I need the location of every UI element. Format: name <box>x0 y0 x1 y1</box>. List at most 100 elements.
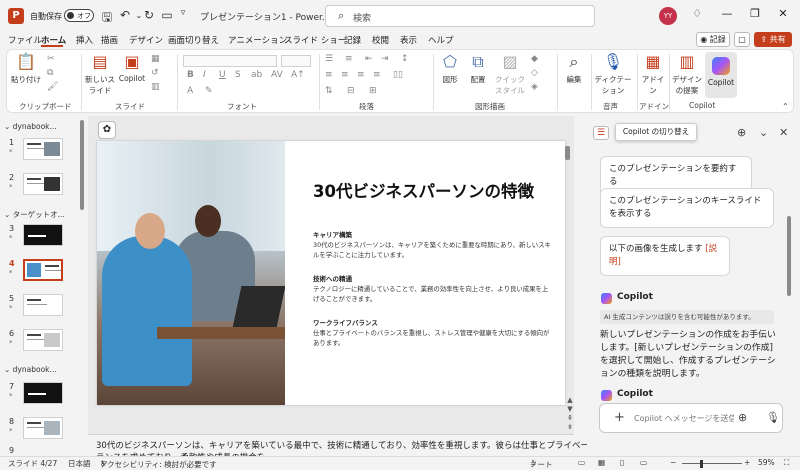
avatar[interactable]: YY <box>659 7 677 25</box>
slide-thumbnail[interactable] <box>23 224 63 246</box>
slide-title[interactable]: 30代ビジネスパーソンの特徴 <box>313 181 549 202</box>
zoom-slider[interactable] <box>682 463 742 464</box>
customize-toolbar-icon[interactable]: ▿ <box>176 8 190 18</box>
editor-scrollbar[interactable] <box>565 146 570 160</box>
comments-button[interactable]: ▢ <box>734 32 750 47</box>
bullets-icon[interactable]: ☰ <box>325 54 333 64</box>
microphone-icon[interactable]: 🎙 <box>766 411 780 424</box>
record-button[interactable]: ◉ 記録 <box>696 32 730 47</box>
paste-button[interactable]: 📋 貼り付け <box>11 52 41 85</box>
tab-review[interactable]: 校閲 <box>372 34 389 46</box>
tab-view[interactable]: 表示 <box>400 34 417 46</box>
slide-sorter-icon[interactable]: ▦ <box>598 458 605 467</box>
slide-thumbnail[interactable] <box>23 329 63 351</box>
shape-effects-icon[interactable]: ◈ <box>531 82 538 92</box>
slide-thumbnail[interactable] <box>23 382 63 404</box>
reading-view-icon[interactable]: ▯ <box>620 458 624 467</box>
tab-animations[interactable]: アニメーション <box>228 34 287 46</box>
section-body[interactable]: 30代のビジネスパーソンは、キャリアを築くために重要な時期にあり、新しいスキルを… <box>313 240 553 260</box>
slide-thumbnail[interactable] <box>23 294 63 316</box>
align-center-icon[interactable]: ≡ <box>341 70 349 80</box>
edit-button[interactable]: ⌕ 編集 <box>561 52 587 85</box>
tab-design[interactable]: デザイン <box>129 34 163 46</box>
copilot-input-box[interactable]: + ⊕ 🎙 <box>599 403 783 433</box>
suggestion-key-slides[interactable]: このプレゼンテーションのキースライドを表示する <box>600 188 774 228</box>
section-body[interactable]: テクノロジーに精通していることで、業務の効率性を向上させ、より良い成果を上げるこ… <box>313 284 553 304</box>
quick-styles-button[interactable]: ▨ クイックスタイル <box>493 52 527 96</box>
ribbon-collapse-icon[interactable]: ⌃ <box>782 102 789 111</box>
chevron-down-icon[interactable]: ⌄ <box>759 126 768 139</box>
slide-thumbnail[interactable] <box>23 417 63 439</box>
premium-diamond-icon[interactable]: ♢ <box>690 7 704 20</box>
arrange-button[interactable]: ⧉ 配置 <box>465 52 491 85</box>
section-heading[interactable]: 技術への精通 <box>313 273 352 283</box>
text-direction-icon[interactable]: ⇅ <box>325 86 333 96</box>
scroll-page-buttons[interactable]: ▲ ▼ ⇞ ⇟ <box>566 396 574 432</box>
shapes-button[interactable]: ⬠ 図形 <box>437 52 463 85</box>
tab-record[interactable]: 記録 <box>344 34 361 46</box>
copy-icon[interactable]: ⧉ <box>47 68 53 78</box>
search-box[interactable]: ⌕ 検索 <box>325 5 595 27</box>
save-icon[interactable]: 🖫 <box>100 8 114 29</box>
section-heading[interactable]: ワークライフバランス <box>313 317 378 327</box>
tab-file[interactable]: ファイル <box>8 34 42 46</box>
fit-to-window-icon[interactable]: ⛶ <box>784 458 789 468</box>
redo-icon[interactable]: ↻ <box>142 8 156 22</box>
smartart-icon[interactable]: ⊞ <box>369 86 377 96</box>
attach-plus-icon[interactable]: + <box>614 410 625 425</box>
notes-pane[interactable]: 30代のビジネスパーソンは、キャリアを築いている最中で、技術に精通しており、効率… <box>88 434 615 463</box>
columns-icon[interactable]: ▯▯ <box>393 70 403 80</box>
shadow-icon[interactable]: S <box>235 70 241 80</box>
line-spacing-icon[interactable]: ↕ <box>401 54 409 64</box>
zoom-out-icon[interactable]: − <box>670 458 676 467</box>
copilot-small-button[interactable]: ▣ Copilot <box>117 52 147 83</box>
close-icon[interactable]: ✕ <box>776 7 790 20</box>
tab-insert[interactable]: 挿入 <box>76 34 93 46</box>
tab-help[interactable]: ヘルプ <box>428 34 454 46</box>
font-size-increase-icon[interactable]: A↑ <box>291 70 305 80</box>
undo-icon[interactable]: ↶ <box>118 8 132 22</box>
designer-button[interactable]: ▥ デザインの提案 <box>671 52 703 96</box>
underline-icon[interactable]: U <box>219 70 226 80</box>
align-left-icon[interactable]: ≡ <box>325 70 333 80</box>
char-spacing-icon[interactable]: AV <box>271 70 283 80</box>
globe-icon[interactable]: ⊕ <box>738 411 747 424</box>
tab-transitions[interactable]: 画面切り替え <box>168 34 219 46</box>
italic-icon[interactable]: I <box>203 70 206 80</box>
reset-icon[interactable]: ↺ <box>151 68 159 78</box>
indent-decrease-icon[interactable]: ⇤ <box>365 54 373 64</box>
new-slide-button[interactable]: ▤ 新しいスライド <box>85 52 115 96</box>
tab-draw[interactable]: 描画 <box>101 34 118 46</box>
autosave-toggle[interactable]: オフ <box>64 9 94 22</box>
section-header[interactable]: ⌄ ターゲットオ... <box>4 209 65 220</box>
addins-button[interactable]: ▦ アドイン <box>639 52 667 96</box>
copilot-button[interactable]: Copilot <box>705 52 737 98</box>
copilot-menu-icon[interactable]: ☰ <box>593 126 609 140</box>
section-icon[interactable]: ▥ <box>151 82 160 92</box>
section-body[interactable]: 仕事とプライベートのバランスを重視し、ストレス管理や健康を大切にする傾向がありま… <box>313 328 553 348</box>
format-painter-icon[interactable]: 🖌 <box>47 82 58 92</box>
zoom-level[interactable]: 59% <box>758 458 775 467</box>
slide-thumbnail[interactable] <box>23 138 63 160</box>
language[interactable]: 日本語 <box>68 458 91 469</box>
suggestion-generate-image[interactable]: 以下の画像を生成します [説明] <box>600 236 730 276</box>
font-family-dropdown[interactable] <box>183 55 277 67</box>
numbering-icon[interactable]: ≡ <box>345 54 353 64</box>
font-size-dropdown[interactable] <box>281 55 311 67</box>
bold-icon[interactable]: B <box>187 70 194 80</box>
justify-icon[interactable]: ≡ <box>373 70 381 80</box>
cut-icon[interactable]: ✂ <box>47 54 55 64</box>
align-right-icon[interactable]: ≡ <box>357 70 365 80</box>
strikethrough-icon[interactable]: ab <box>251 70 262 80</box>
slide-thumbnail-selected[interactable] <box>23 259 63 281</box>
copilot-message-input[interactable] <box>634 411 734 425</box>
slide-thumbnail[interactable] <box>23 173 63 195</box>
zoom-in-icon[interactable]: + <box>744 458 750 467</box>
designer-quick-icon[interactable]: ✿ <box>98 121 116 139</box>
new-chat-icon[interactable]: ⊕ <box>737 126 746 139</box>
business-people-photo[interactable] <box>97 141 285 405</box>
current-slide[interactable]: 30代ビジネスパーソンの特徴 キャリア構築 30代のビジネスパーソンは、キャリア… <box>97 141 565 405</box>
layout-icon[interactable]: ▦ <box>151 54 160 64</box>
minimize-icon[interactable]: — <box>720 7 734 20</box>
section-header[interactable]: ⌄ dynabook... <box>4 365 57 374</box>
